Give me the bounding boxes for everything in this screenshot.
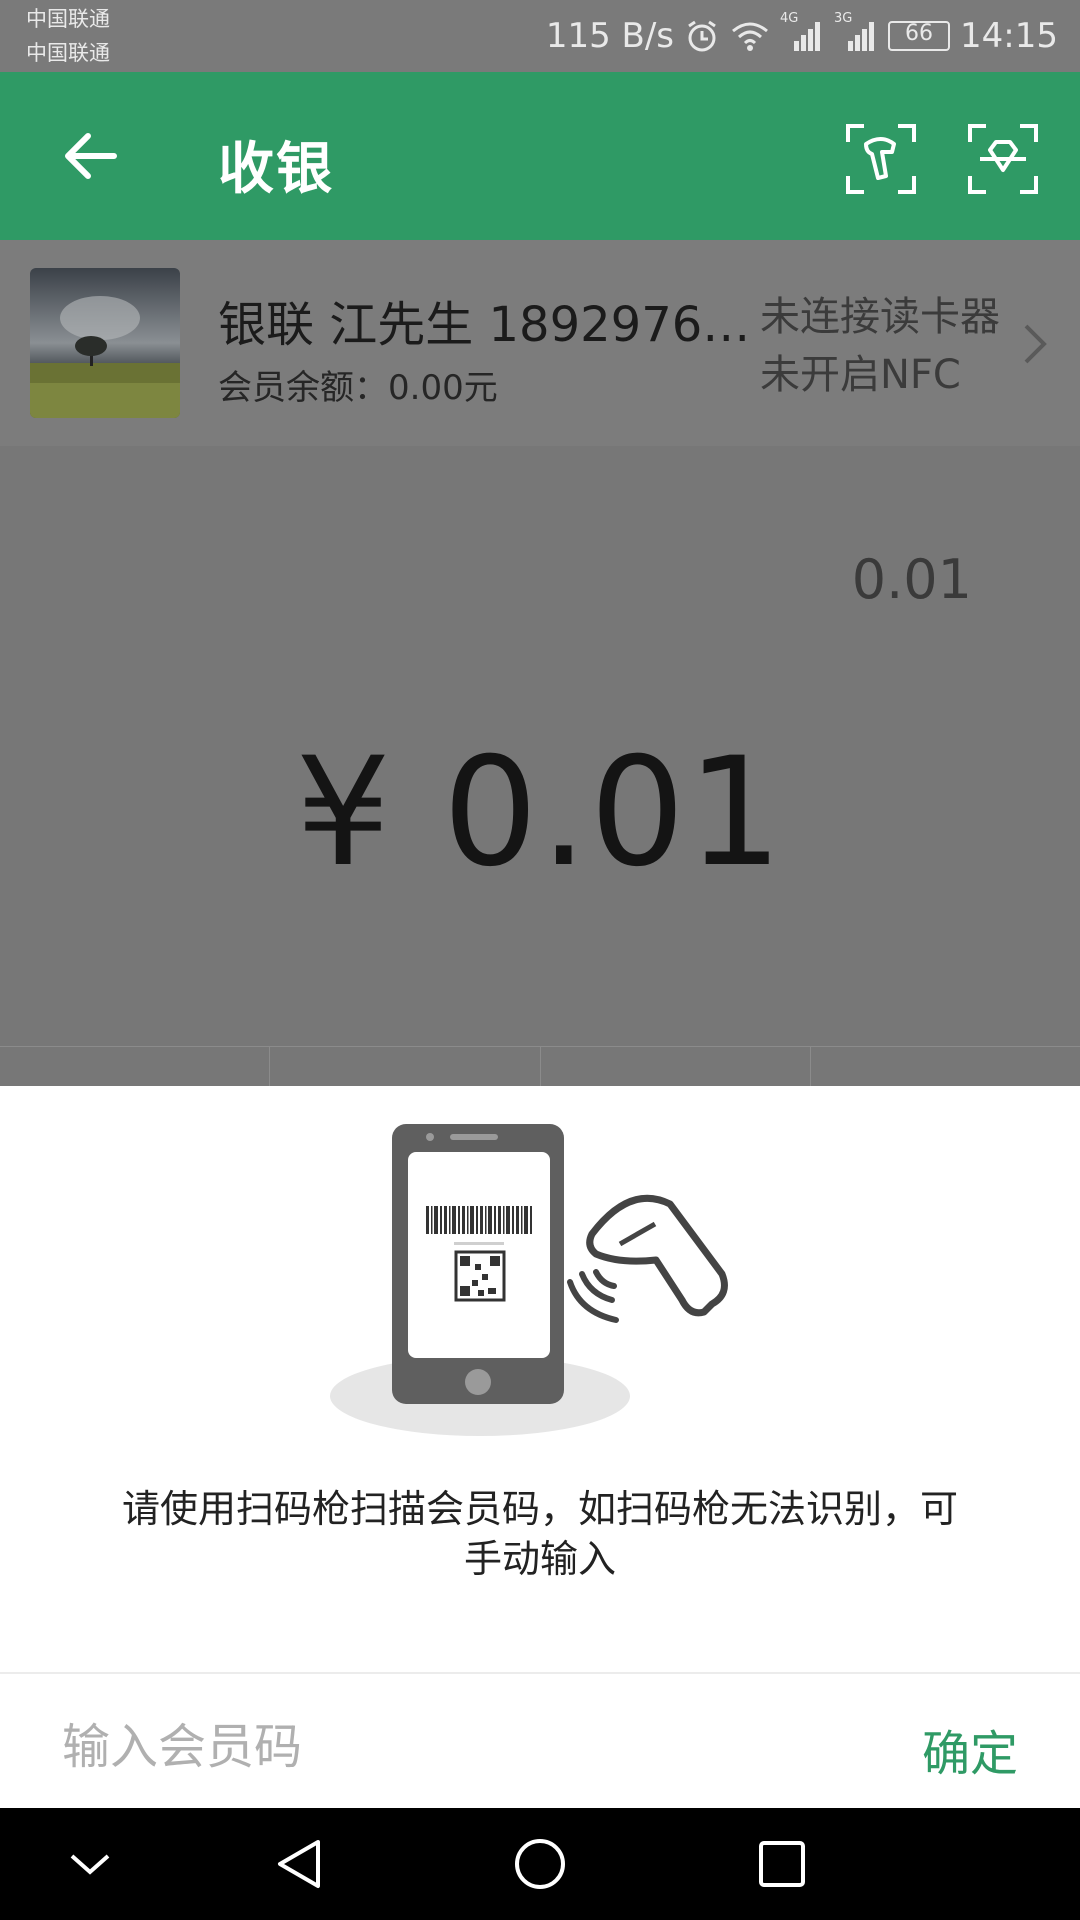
amount-panel: 0.01 ¥ 0.01: [0, 446, 1080, 1086]
system-nav-bar: [0, 1808, 1080, 1920]
confirm-button[interactable]: 确定: [922, 1714, 1018, 1784]
scan-hint-text: 请使用扫码枪扫描会员码，如扫码枪无法识别，可手动输入: [121, 1487, 958, 1581]
member-code-input[interactable]: [60, 1706, 804, 1788]
reader-status: 未连接读卡器 未开启NFC: [760, 288, 1000, 404]
chevron-right-icon: [1022, 322, 1048, 370]
keypad-cell: [810, 1046, 1080, 1086]
status-indicators: 115 B/s 4G 3G 66 14:15: [545, 11, 1058, 58]
battery-level: 66: [905, 21, 934, 46]
avatar: [30, 268, 180, 418]
barcode-scanner-icon[interactable]: [844, 122, 918, 196]
divider: [0, 1672, 1080, 1674]
member-name: 银联 江先生 18929766...: [218, 297, 763, 353]
keypad-cell: [0, 1046, 271, 1086]
clock: 14:15: [960, 16, 1058, 56]
carrier-1: 中国联通: [26, 7, 110, 31]
back-arrow-icon[interactable]: [50, 116, 130, 196]
carrier-2: 中国联通: [26, 41, 110, 65]
battery-icon: 66: [888, 21, 951, 51]
signal-4g-icon: 4G: [780, 11, 824, 53]
network-type-2: 3G: [834, 11, 853, 26]
nav-back-icon[interactable]: [272, 1836, 328, 1896]
keypad-top-edge: [0, 1046, 1080, 1086]
card-reader-status: 未连接读卡器: [760, 294, 1000, 340]
network-speed: 115 B/s: [545, 16, 675, 56]
keypad-cell: [540, 1046, 811, 1086]
alarm-icon: [684, 18, 720, 54]
amount-input-display: 0.01: [851, 548, 972, 611]
app-toolbar: 收银: [0, 72, 1080, 240]
nav-recent-icon[interactable]: [754, 1836, 810, 1896]
nfc-status: 未开启NFC: [760, 352, 961, 398]
scan-member-sheet: 请使用扫码枪扫描会员码，如扫码枪无法识别，可手动输入 确定: [0, 1086, 1080, 1808]
member-card[interactable]: 银联 江先生 18929766... 会员余额：0.00元 未连接读卡器 未开启…: [0, 240, 1080, 446]
network-type-1: 4G: [780, 11, 799, 26]
total-amount: ¥ 0.01: [295, 726, 785, 900]
keypad-cell: [270, 1046, 541, 1086]
nav-hide-icon[interactable]: [66, 1836, 114, 1896]
status-bar: 中国联通 中国联通 115 B/s 4G 3G 66 14:15: [0, 0, 1080, 72]
scan-illustration: [320, 1124, 760, 1448]
member-balance: 会员余额：0.00元: [218, 368, 498, 408]
wifi-icon: [730, 19, 770, 53]
signal-3g-icon: 3G: [834, 11, 878, 53]
scan-diamond-icon[interactable]: [966, 122, 1040, 196]
nav-home-icon[interactable]: [512, 1836, 568, 1896]
page-title: 收银: [218, 137, 334, 202]
